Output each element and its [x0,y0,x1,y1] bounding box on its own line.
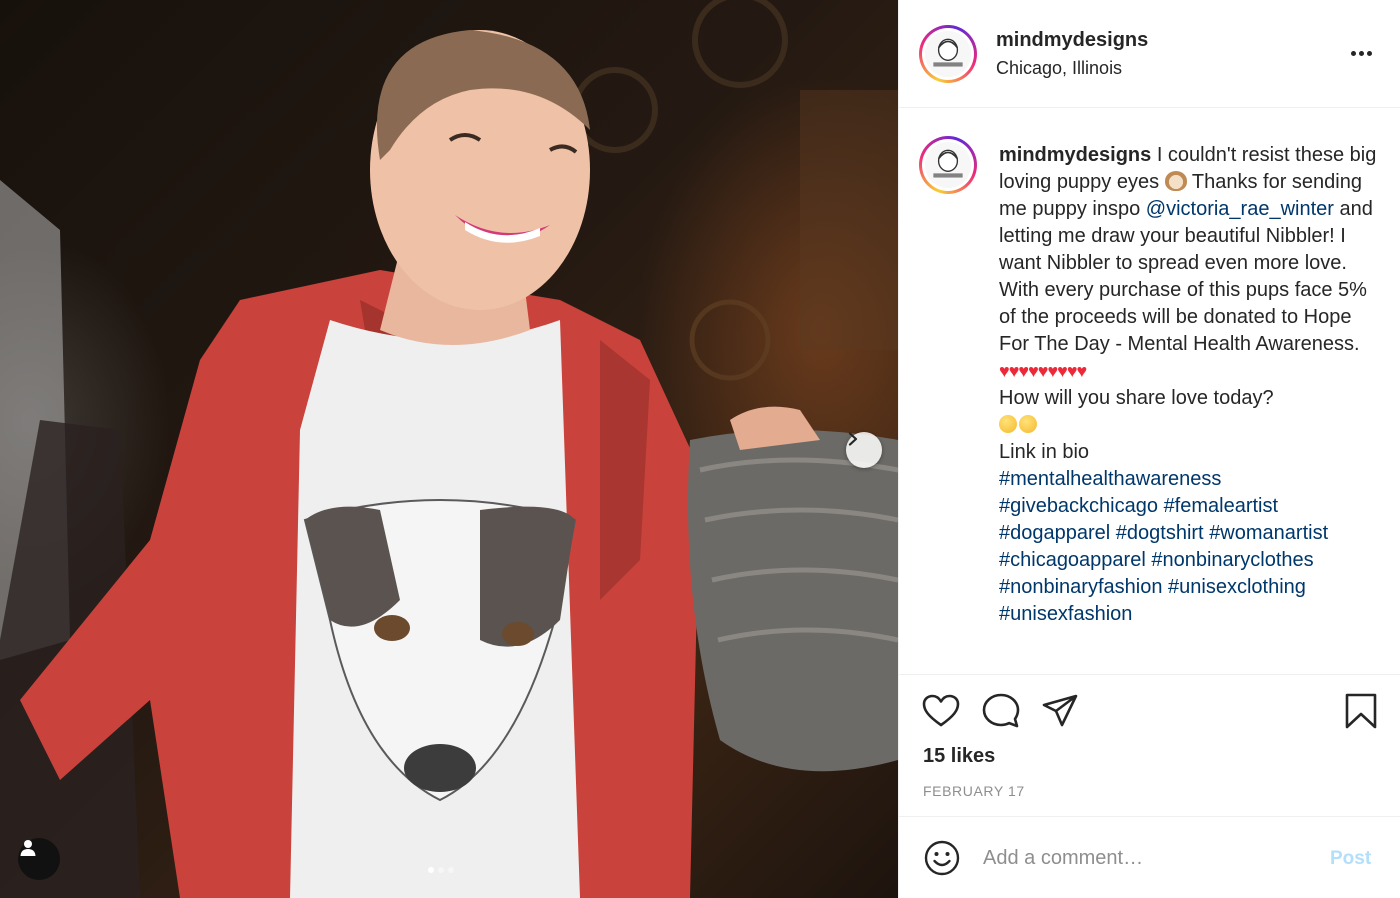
caption-text: and letting me draw your beautiful Nibbl… [999,198,1373,355]
likes-count[interactable]: 15 likes [923,745,995,768]
carousel-indicator [428,867,454,873]
post-date[interactable]: FEBRUARY 17 [923,783,1025,799]
comment-button[interactable] [981,691,1021,731]
hashtag-link[interactable]: #dogtshirt [1116,522,1204,544]
ellipsis-icon [1367,50,1372,56]
comment-icon [982,693,1020,728]
heart-icon [922,694,960,727]
hashtag-link[interactable]: #givebackchicago [999,495,1158,517]
hashtag-link[interactable]: #dogapparel [999,522,1110,544]
post-location[interactable]: Chicago, Illinois [996,58,1122,79]
hashtag-link[interactable]: #unisexclothing [1168,576,1306,598]
caption-author-avatar-image [925,142,971,188]
like-button[interactable] [921,691,961,731]
post-actions: 15 likes FEBRUARY 17 [899,674,1400,816]
caption-username[interactable]: mindmydesigns [999,144,1151,166]
hashtag-link[interactable]: #nonbinaryclothes [1151,549,1313,571]
tagged-users-button[interactable] [18,838,60,880]
hashtag-link[interactable]: #nonbinaryfashion [999,576,1162,598]
caption-link-text: Link in bio [999,441,1090,463]
hashtag-link[interactable]: #femaleartist [1164,495,1279,517]
thinking-face-emoji-icon [999,415,1017,433]
chevron-right-icon [848,432,858,446]
hashtag-link[interactable]: #chicagoapparel [999,549,1146,571]
caption-section: mindmydesigns I couldn't resist these bi… [899,108,1400,668]
bookmark-icon [1345,693,1377,729]
caption-mention-link[interactable]: @victoria_rae_winter [1146,198,1334,220]
post-photo[interactable] [0,0,898,898]
ellipsis-icon [1359,50,1364,56]
user-tag-icon [20,840,36,856]
hashtag-link[interactable]: #unisexfashion [999,603,1132,625]
photo-illustration [0,0,898,898]
author-avatar-image [925,31,971,77]
share-icon [1042,694,1078,727]
post-caption: mindmydesigns I couldn't resist these bi… [999,142,1385,628]
author-avatar[interactable] [919,25,977,83]
post-comment-button[interactable]: Post [1330,848,1371,870]
carousel-next-button[interactable] [846,432,882,468]
hearts-emoji-icon: ♥♥♥♥♥♥♥♥♥ [999,361,1087,381]
hearts-emoji-row: ♥♥♥♥♥♥♥♥♥ [999,358,1385,385]
smiley-icon [924,840,960,876]
comment-composer: Post [899,816,1400,898]
carousel-dot [448,867,454,873]
comment-input[interactable] [983,841,1303,875]
share-button[interactable] [1040,691,1080,731]
more-options-button[interactable] [1351,44,1377,62]
thinking-emoji-row [999,412,1385,439]
post-header: mindmydesigns Chicago, Illinois [899,0,1400,108]
hashtag-link[interactable]: #mentalhealthawareness [999,468,1221,490]
author-username[interactable]: mindmydesigns [996,29,1148,52]
upside-down-face-emoji-icon [1019,415,1037,433]
hashtag-list: #mentalhealthawareness #givebackchicago … [999,466,1385,628]
carousel-dot [438,867,444,873]
caption-author-avatar[interactable] [919,136,977,194]
carousel-dot [428,867,434,873]
post-details-panel: mindmydesigns Chicago, Illinois mindmyde… [898,0,1400,898]
save-button[interactable] [1341,691,1381,731]
puppy-emoji-icon [1164,171,1187,191]
hashtag-link[interactable]: #womanartist [1209,522,1328,544]
ellipsis-icon [1351,50,1356,56]
emoji-picker-button[interactable] [923,839,961,877]
caption-question: How will you share love today? [999,387,1274,409]
